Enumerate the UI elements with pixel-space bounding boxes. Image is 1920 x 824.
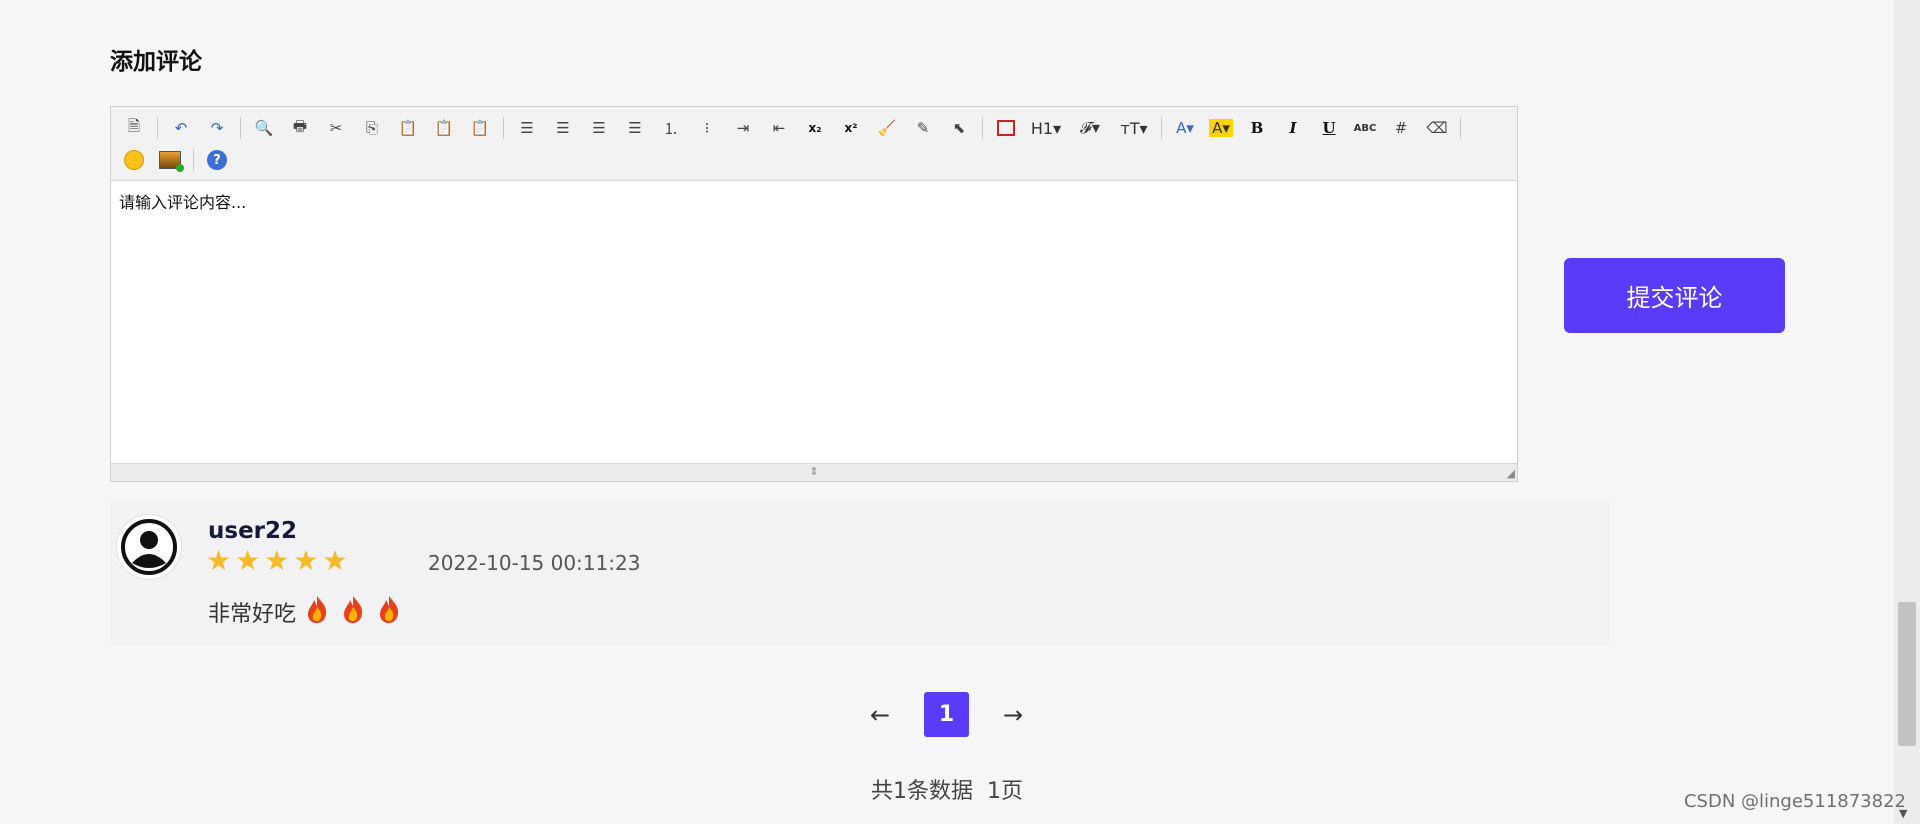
quick-format-icon[interactable]: ✎ <box>908 114 938 142</box>
toolbar-separator <box>982 117 983 139</box>
prev-page-button[interactable]: ← <box>860 701 900 729</box>
underline-icon[interactable]: U <box>1314 114 1344 142</box>
clear-format-icon[interactable]: 🧹 <box>872 114 902 142</box>
redo-icon[interactable]: ↷ <box>202 114 232 142</box>
heading-icon[interactable]: H1▾ <box>1027 114 1065 142</box>
italic-icon[interactable]: I <box>1278 114 1308 142</box>
comment-item: user22 ★ ★ ★ ★ ★ 2022-10-15 00:11:23 非常好吃 <box>110 500 1610 645</box>
unordered-list-icon[interactable]: ⁝ <box>692 114 722 142</box>
select-all-icon[interactable]: ⬉ <box>944 114 974 142</box>
avatar <box>116 514 182 580</box>
rich-text-editor: 🗎 ↶ ↷ 🔍 🖶 ✂ ⎘ 📋 📋 📋 ☰ ☰ ☰ ☰ ⒈ ⁝ ⇥ ⇤ x₂ x² 🧹 ✎ ⬉ H1▾ 𝓕▾ тT▾ A▾ A▾ B I U… <box>110 106 1518 482</box>
pagination: ← 1 → <box>860 692 1033 737</box>
cut-icon[interactable]: ✂ <box>321 114 351 142</box>
star-icon: ★ <box>322 544 348 577</box>
insert-image-icon[interactable] <box>155 146 185 174</box>
copy-icon[interactable]: ⎘ <box>357 114 387 142</box>
toolbar-separator <box>503 117 504 139</box>
fire-emoji-icon <box>308 596 327 623</box>
corner-resize-icon[interactable]: ◢ <box>1507 467 1515 480</box>
toolbar-row-1: 🗎 ↶ ↷ 🔍 🖶 ✂ ⎘ 📋 📋 📋 ☰ ☰ ☰ ☰ ⒈ ⁝ ⇥ ⇤ x₂ x² 🧹 ✎ ⬉ H1▾ 𝓕▾ тT▾ A▾ A▾ B I U… <box>119 113 1469 143</box>
preview-icon[interactable]: 🔍 <box>249 114 279 142</box>
star-icon: ★ <box>293 544 319 577</box>
toolbar-separator <box>1161 117 1162 139</box>
paste-text-icon[interactable]: 📋 <box>429 114 459 142</box>
toolbar-separator <box>157 117 158 139</box>
paste-icon[interactable]: 📋 <box>393 114 423 142</box>
rating-stars: ★ ★ ★ ★ ★ <box>206 545 348 577</box>
vertical-scrollbar[interactable]: ▼ <box>1894 0 1920 824</box>
help-icon[interactable]: ? <box>202 146 232 174</box>
eraser-icon[interactable]: ⌫ <box>1422 114 1452 142</box>
star-icon: ★ <box>264 544 290 577</box>
align-center-icon[interactable]: ☰ <box>548 114 578 142</box>
fullscreen-icon[interactable] <box>991 114 1021 142</box>
editor-placeholder: 请输入评论内容... <box>119 193 247 212</box>
star-icon: ★ <box>206 544 232 577</box>
toolbar-row-2: ? <box>119 145 238 175</box>
source-icon[interactable]: 🗎 <box>119 114 149 142</box>
editor-toolbar: 🗎 ↶ ↷ 🔍 🖶 ✂ ⎘ 📋 📋 📋 ☰ ☰ ☰ ☰ ⒈ ⁝ ⇥ ⇤ x₂ x² 🧹 ✎ ⬉ H1▾ 𝓕▾ тT▾ A▾ A▾ B I U… <box>111 107 1517 181</box>
table-icon[interactable]: # <box>1386 114 1416 142</box>
toolbar-separator <box>193 149 194 171</box>
submit-comment-button[interactable]: 提交评论 <box>1564 258 1785 333</box>
undo-icon[interactable]: ↶ <box>166 114 196 142</box>
bold-icon[interactable]: B <box>1242 114 1272 142</box>
comment-timestamp: 2022-10-15 00:11:23 <box>428 551 641 575</box>
comment-emojis <box>296 594 404 630</box>
comment-text: 非常好吃 <box>208 602 297 627</box>
align-right-icon[interactable]: ☰ <box>584 114 614 142</box>
next-page-button[interactable]: → <box>993 701 1033 729</box>
emoticons-icon[interactable] <box>119 146 149 174</box>
watermark: CSDN @linge511873822 <box>1683 791 1906 812</box>
comment-content: 非常好吃 <box>208 594 404 630</box>
print-icon[interactable]: 🖶 <box>285 114 315 142</box>
align-left-icon[interactable]: ☰ <box>512 114 542 142</box>
comment-editor-input[interactable]: 请输入评论内容... <box>111 181 1517 465</box>
scrollbar-thumb[interactable] <box>1898 602 1916 746</box>
font-size-icon[interactable]: тT▾ <box>1115 114 1153 142</box>
paste-word-icon[interactable]: 📋 <box>465 114 495 142</box>
star-icon: ★ <box>235 544 261 577</box>
pagination-summary: 共1条数据 1页 <box>871 779 1023 804</box>
indent-icon[interactable]: ⇥ <box>728 114 758 142</box>
superscript-icon[interactable]: x² <box>836 114 866 142</box>
fire-emoji-icon <box>344 596 363 623</box>
section-title: 添加评论 <box>110 49 202 75</box>
resize-handle-icon[interactable]: ⇕ <box>803 466 825 478</box>
align-justify-icon[interactable]: ☰ <box>620 114 650 142</box>
ordered-list-icon[interactable]: ⒈ <box>656 114 686 142</box>
subscript-icon[interactable]: x₂ <box>800 114 830 142</box>
font-color-icon[interactable]: A▾ <box>1170 114 1200 142</box>
outdent-icon[interactable]: ⇤ <box>764 114 794 142</box>
editor-footer: ⇕ ◢ <box>111 463 1517 481</box>
fire-emoji-icon <box>380 596 399 623</box>
highlight-color-icon[interactable]: A▾ <box>1206 114 1236 142</box>
user-avatar-icon <box>121 519 177 575</box>
font-family-icon[interactable]: 𝓕▾ <box>1071 114 1109 142</box>
toolbar-separator <box>1460 117 1461 139</box>
toolbar-separator <box>240 117 241 139</box>
comment-username: user22 <box>208 518 298 544</box>
strikethrough-icon[interactable]: ABC <box>1350 114 1380 142</box>
page-number-button[interactable]: 1 <box>924 692 969 737</box>
